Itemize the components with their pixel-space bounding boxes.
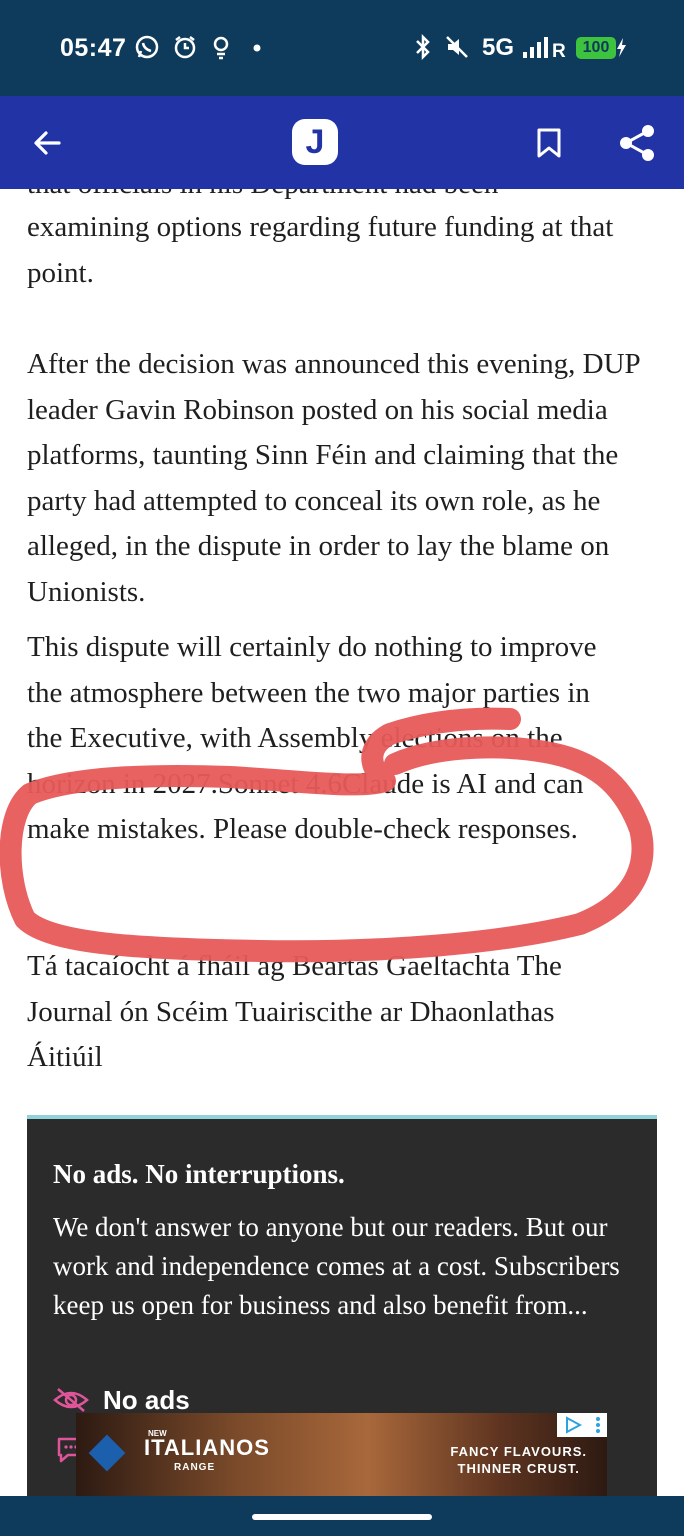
signal-icon: R xyxy=(522,32,568,62)
charging-icon xyxy=(615,32,627,62)
ad-tagline: FANCY FLAVOURS. THINNER CRUST. xyxy=(450,1443,587,1477)
assistant-icon xyxy=(210,32,232,62)
article-paragraph-3: This dispute will certainly do nothing t… xyxy=(27,631,597,845)
network-type: 5G xyxy=(482,34,515,61)
system-navigation-bar xyxy=(0,1496,684,1536)
status-time: 05:47 xyxy=(60,34,127,62)
more-options-icon xyxy=(595,1417,600,1433)
home-gesture-handle[interactable] xyxy=(252,1514,432,1520)
ad-title: ITALIANOS xyxy=(144,1435,270,1460)
app-bar xyxy=(0,96,684,189)
promo-title: No ads. No interruptions. xyxy=(53,1159,345,1189)
bookmark-icon xyxy=(537,128,561,158)
back-arrow-icon xyxy=(34,131,61,155)
back-button[interactable] xyxy=(24,120,70,166)
ad-subtitle: RANGE xyxy=(174,1462,216,1473)
bluetooth-icon xyxy=(412,32,434,62)
bookmark-button[interactable] xyxy=(526,120,572,166)
article-paragraph-1: examining options regarding future fundi… xyxy=(27,211,614,289)
eye-off-icon xyxy=(53,1385,89,1415)
status-bar: 05:47 5G R 100 xyxy=(0,0,684,96)
ad-tagline-2: THINNER CRUST. xyxy=(457,1461,580,1476)
share-icon xyxy=(620,125,654,161)
whatsapp-icon xyxy=(134,32,160,62)
svg-text:R: R xyxy=(552,41,566,60)
ad-tagline-1: FANCY FLAVOURS. xyxy=(450,1444,587,1459)
article-paragraph-2: After the decision was announced this ev… xyxy=(27,348,640,608)
mute-icon xyxy=(444,32,470,62)
battery-level: 100 xyxy=(582,39,610,56)
article-content: that officials in his Department had bee… xyxy=(0,189,684,1496)
adchoices-icon xyxy=(565,1416,582,1434)
perk-no-ads-label: No ads xyxy=(103,1384,190,1415)
perk-no-ads: No ads xyxy=(53,1383,190,1417)
notification-dot-icon xyxy=(252,32,262,62)
share-button[interactable] xyxy=(614,120,660,166)
alarm-icon xyxy=(172,32,198,62)
promo-body: We don't answer to anyone but our reader… xyxy=(53,1212,620,1320)
dominos-banner-ad[interactable]: NEW ITALIANOS RANGE FANCY FLAVOURS. THIN… xyxy=(76,1413,607,1496)
article-paragraph-4: Tá tacaíocht á fháil ag Beartas Gaeltach… xyxy=(27,950,562,1073)
thejournal-logo[interactable]: J xyxy=(292,119,338,165)
adchoices-button[interactable] xyxy=(557,1413,607,1437)
logo-letter: J xyxy=(305,122,325,161)
battery-indicator: 100 xyxy=(576,37,616,59)
